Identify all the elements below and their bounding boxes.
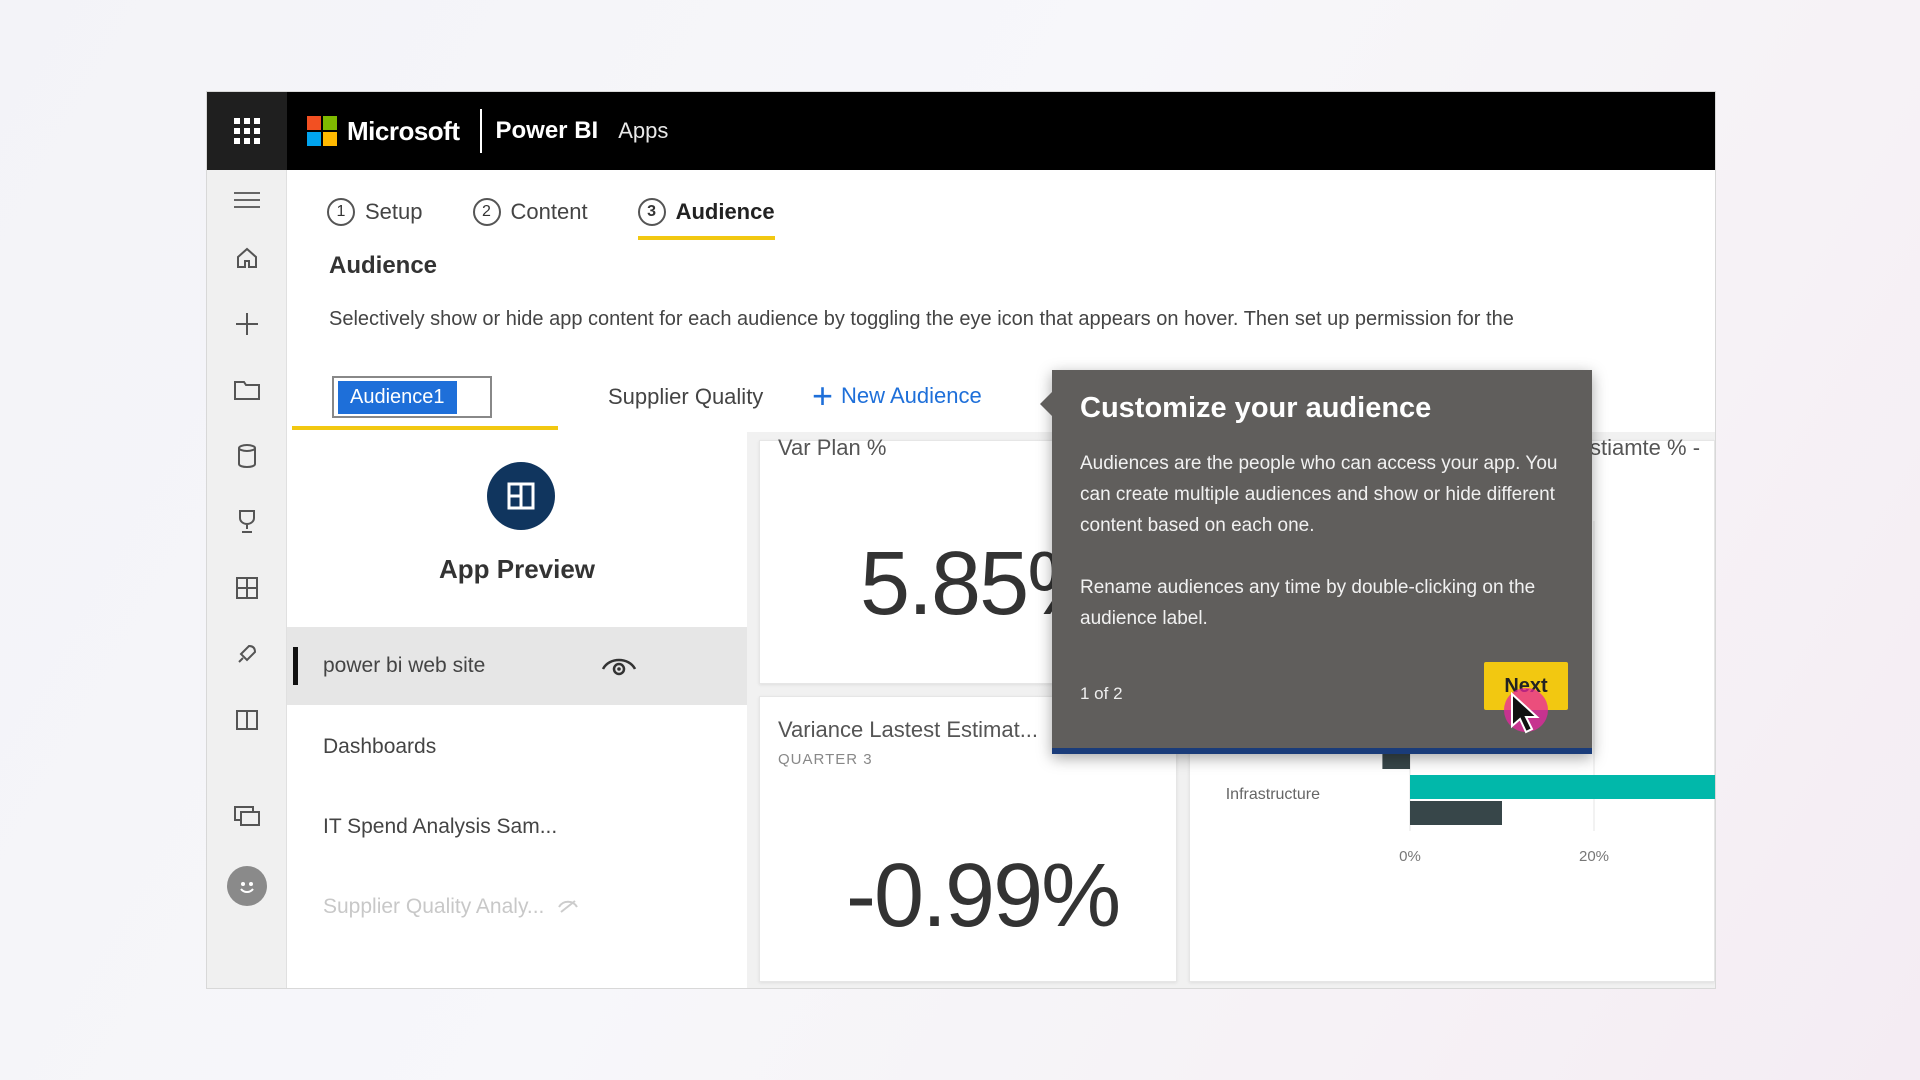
workspaces-icon[interactable]: [231, 800, 263, 832]
waffle-icon: [234, 118, 260, 144]
eye-icon[interactable]: [601, 655, 637, 683]
popover-bottom-strip: [1052, 748, 1592, 754]
data-hub-icon[interactable]: [231, 440, 263, 472]
chart-bar[interactable]: [1410, 775, 1715, 799]
apps-icon[interactable]: [231, 572, 263, 604]
chart-bar[interactable]: [1410, 801, 1502, 825]
new-audience-label: New Audience: [841, 383, 982, 408]
microsoft-logo-icon: [307, 116, 337, 146]
audience-name-input[interactable]: Audience1: [332, 376, 492, 418]
mouse-cursor-icon: [1511, 692, 1540, 734]
stepper: 1 Setup 2 Content 3 Audience: [327, 192, 775, 240]
popover-step-count: 1 of 2: [1080, 684, 1123, 703]
brand-name: Microsoft: [347, 115, 460, 146]
active-tab-indicator: [292, 426, 558, 430]
create-icon[interactable]: [231, 308, 263, 340]
step-audience[interactable]: 3 Audience: [637, 192, 775, 240]
app-launcher-button[interactable]: [207, 92, 287, 170]
tile-title: Var Plan %: [778, 435, 887, 460]
popover-title: Customize your audience: [1080, 392, 1432, 424]
step-label: Content: [510, 199, 588, 224]
deployment-icon[interactable]: [231, 638, 263, 670]
plus-icon: +: [812, 375, 834, 416]
menu-icon[interactable]: [231, 184, 263, 216]
hidden-eye-icon: [558, 895, 579, 919]
nav-item-label: IT Spend Analysis Sam...: [323, 815, 558, 838]
preview-nav-item[interactable]: power bi web site: [287, 627, 747, 705]
kpi-value: -0.99%: [846, 846, 1121, 946]
audience-name-selected-text: Audience1: [338, 380, 457, 414]
top-bar: Microsoft Power BI Apps: [207, 92, 1715, 170]
my-workspace-avatar[interactable]: [227, 866, 267, 906]
app-logo-icon: [487, 462, 555, 530]
x-tick-label: 20%: [1579, 848, 1609, 865]
popover-paragraph: Rename audiences any time by double-clic…: [1080, 577, 1536, 629]
nav-item-label: Dashboards: [323, 735, 437, 758]
breadcrumb-apps[interactable]: Apps: [618, 118, 668, 144]
popover-paragraph: Audiences are the people who can access …: [1080, 453, 1558, 536]
browse-icon[interactable]: [231, 374, 263, 406]
app-preview-panel: App Preview power bi web site Dashboards…: [287, 432, 747, 988]
home-icon[interactable]: [231, 242, 263, 274]
product-name[interactable]: Power BI: [496, 117, 599, 145]
step-label: Setup: [365, 199, 423, 224]
step-label: Audience: [675, 199, 775, 224]
tile-subtitle: QUARTER 3: [778, 751, 873, 768]
app-preview-title: App Preview: [438, 554, 596, 584]
category-label: Infrastructure: [1226, 786, 1320, 803]
step-setup[interactable]: 1 Setup: [327, 192, 423, 232]
nav-item-label: power bi web site: [323, 654, 486, 677]
divider: [479, 109, 482, 153]
power-bi-window: Microsoft Power BI Apps 1 Setup 2 Conten…: [207, 92, 1715, 988]
step-number: 1: [327, 198, 355, 226]
kpi-tile-var-plan[interactable]: Var Plan % 5.85%: [759, 435, 1107, 684]
preview-nav-item-hidden[interactable]: Supplier Quality Analy...: [287, 868, 747, 946]
x-tick-label: 0%: [1399, 848, 1421, 865]
step-content[interactable]: 2 Content: [472, 192, 588, 232]
new-audience-button[interactable]: + New Audience: [812, 378, 982, 414]
left-nav-rail: [207, 170, 287, 988]
preview-nav-item[interactable]: Dashboards: [287, 708, 747, 786]
learn-icon[interactable]: [231, 704, 263, 736]
popover-body: Audiences are the people who can access …: [1080, 448, 1570, 634]
tab-supplier-quality[interactable]: Supplier Quality: [608, 384, 763, 410]
nav-item-label: Supplier Quality Analy...: [323, 895, 545, 918]
tile-title: Variance Lastest Estimat...: [778, 717, 1039, 742]
step-number: 2: [472, 198, 501, 226]
preview-nav-item[interactable]: IT Spend Analysis Sam...: [287, 788, 747, 866]
page-title: Audience: [329, 252, 438, 279]
metrics-icon[interactable]: [231, 506, 263, 538]
page-description: Selectively show or hide app content for…: [329, 308, 1514, 330]
step-number: 3: [637, 198, 666, 226]
